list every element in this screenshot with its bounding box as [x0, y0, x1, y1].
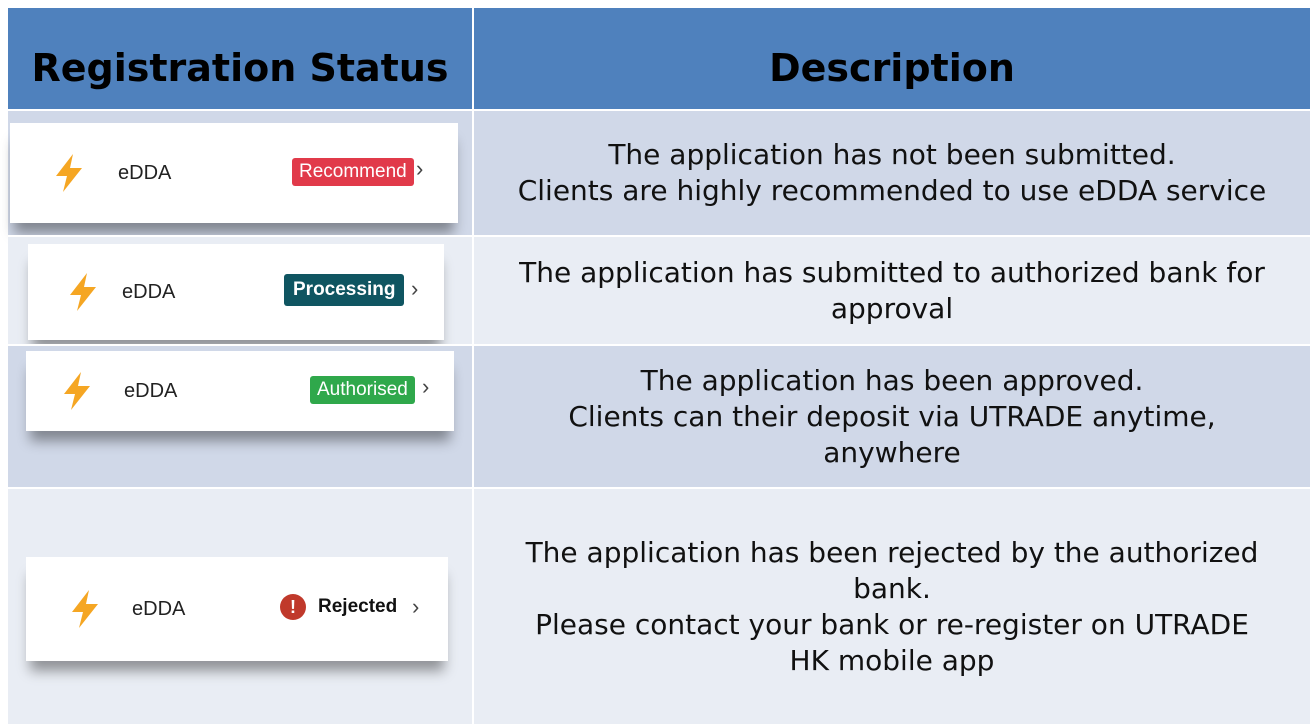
chevron-right-icon: ›	[412, 594, 420, 619]
description-line: anywhere	[823, 435, 961, 469]
description-cell-rejected: The application has been rejected by the…	[474, 487, 1310, 724]
description-line: The application has submitted to authori…	[519, 255, 1265, 289]
description-line: approval	[830, 291, 954, 325]
lightning-bolt-icon	[70, 273, 96, 311]
header-description: Description	[474, 8, 1310, 109]
description-line: Clients are highly recommended to use eD…	[517, 174, 1267, 207]
status-text-rejected: Rejected	[318, 596, 398, 617]
chevron-right-icon: ›	[422, 374, 430, 399]
edda-card-authorised[interactable]: eDDA Authorised ›	[26, 351, 454, 431]
status-badge-processing: Processing	[284, 274, 405, 306]
exclamation-icon: !	[280, 594, 306, 620]
description-cell-recommend: The application has not been submitted. …	[474, 109, 1310, 235]
status-cell-rejected: eDDA ! Rejected ›	[8, 487, 474, 724]
header-registration-status: Registration Status	[8, 8, 474, 109]
status-cell-processing: eDDA Processing ›	[8, 235, 474, 344]
description-line: The application has been rejected by the…	[525, 535, 1259, 569]
lightning-bolt-icon	[72, 590, 98, 628]
edda-card-rejected[interactable]: eDDA ! Rejected ›	[26, 557, 448, 661]
lightning-bolt-icon	[64, 372, 90, 410]
chevron-right-icon: ›	[416, 156, 424, 181]
status-badge-recommend: Recommend	[292, 158, 414, 186]
description-cell-processing: The application has submitted to authori…	[474, 235, 1310, 344]
description-line: The application has not been submitted.	[608, 138, 1176, 171]
description-line: Please contact your bank or re-register …	[535, 607, 1249, 641]
status-badge-rejected: ! Rejected	[280, 594, 397, 620]
service-name: eDDA	[124, 379, 178, 402]
lightning-bolt-icon	[56, 154, 82, 192]
service-name: eDDA	[122, 280, 176, 303]
status-badge-authorised: Authorised	[310, 376, 415, 404]
description-line: bank.	[853, 571, 931, 605]
description-line: The application has been approved.	[640, 363, 1144, 397]
status-cell-recommend: eDDA Recommend ›	[8, 109, 474, 235]
description-cell-authorised: The application has been approved. Clien…	[474, 344, 1310, 487]
service-name: eDDA	[118, 161, 172, 184]
status-cell-authorised: eDDA Authorised ›	[8, 344, 474, 487]
service-name: eDDA	[132, 597, 186, 620]
description-line: HK mobile app	[789, 643, 995, 677]
edda-card-processing[interactable]: eDDA Processing ›	[28, 244, 444, 340]
description-line: Clients can their deposit via UTRADE any…	[568, 399, 1216, 433]
chevron-right-icon: ›	[411, 276, 419, 301]
status-table: Registration Status Description eDDA Rec…	[8, 8, 1310, 724]
edda-card-recommend[interactable]: eDDA Recommend ›	[10, 123, 458, 223]
